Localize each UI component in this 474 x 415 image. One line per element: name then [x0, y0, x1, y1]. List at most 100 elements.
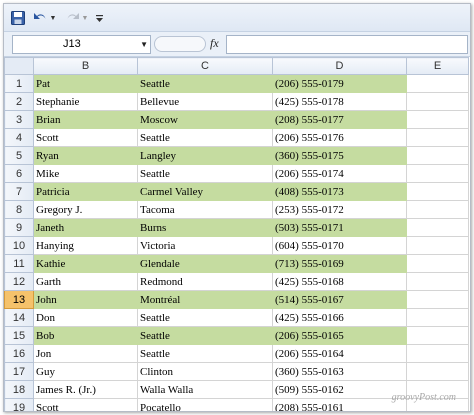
cell-b[interactable]: Hanying	[33, 236, 138, 255]
customize-toolbar-button[interactable]	[94, 10, 104, 26]
cell-d[interactable]: (425) 555-0168	[272, 272, 407, 291]
cell-b[interactable]: Mike	[33, 164, 138, 183]
row-header[interactable]: 16	[4, 344, 34, 363]
cell-c[interactable]: Seattle	[137, 344, 273, 363]
cell-d[interactable]: (408) 555-0173	[272, 182, 407, 201]
cell-b[interactable]: John	[33, 290, 138, 309]
cell-e[interactable]	[406, 236, 469, 255]
cell-c[interactable]: Seattle	[137, 128, 273, 147]
cell-b[interactable]: Don	[33, 308, 138, 327]
formula-expand-handle[interactable]	[154, 36, 206, 52]
cell-d[interactable]: (206) 555-0164	[272, 344, 407, 363]
cell-d[interactable]: (360) 555-0163	[272, 362, 407, 381]
row-header[interactable]: 14	[4, 308, 34, 327]
cell-e[interactable]	[406, 344, 469, 363]
cell-c[interactable]: Walla Walla	[137, 380, 273, 399]
cell-c[interactable]: Clinton	[137, 362, 273, 381]
cell-b[interactable]: Scott	[33, 128, 138, 147]
cell-d[interactable]: (208) 555-0177	[272, 110, 407, 129]
row-header[interactable]: 3	[4, 110, 34, 129]
undo-dropdown-arrow[interactable]: ▼	[49, 10, 57, 26]
cell-d[interactable]: (253) 555-0172	[272, 200, 407, 219]
name-box[interactable]: J13 ▼	[12, 35, 151, 54]
cell-e[interactable]	[406, 200, 469, 219]
cell-e[interactable]	[406, 272, 469, 291]
row-header[interactable]: 13	[4, 290, 34, 309]
cell-b[interactable]: Brian	[33, 110, 138, 129]
cell-e[interactable]	[406, 362, 469, 381]
cell-c[interactable]: Pocatello	[137, 398, 273, 411]
cell-c[interactable]: Moscow	[137, 110, 273, 129]
cell-d[interactable]: (503) 555-0171	[272, 218, 407, 237]
insert-function-button[interactable]: fx	[210, 36, 219, 51]
cell-e[interactable]	[406, 164, 469, 183]
row-header[interactable]: 2	[4, 92, 34, 111]
cell-d[interactable]: (425) 555-0166	[272, 308, 407, 327]
row-header[interactable]: 10	[4, 236, 34, 255]
cell-b[interactable]: Pat	[33, 74, 138, 93]
cell-c[interactable]: Bellevue	[137, 92, 273, 111]
cell-d[interactable]: (206) 555-0165	[272, 326, 407, 345]
row-header[interactable]: 17	[4, 362, 34, 381]
row-header[interactable]: 11	[4, 254, 34, 273]
cell-c[interactable]: Seattle	[137, 326, 273, 345]
cell-d[interactable]: (206) 555-0179	[272, 74, 407, 93]
cell-c[interactable]: Seattle	[137, 308, 273, 327]
cell-e[interactable]	[406, 146, 469, 165]
cell-b[interactable]: Garth	[33, 272, 138, 291]
cell-c[interactable]: Redmond	[137, 272, 273, 291]
cell-b[interactable]: Patricia	[33, 182, 138, 201]
select-all-corner[interactable]	[4, 57, 34, 75]
cell-d[interactable]: (425) 555-0178	[272, 92, 407, 111]
redo-button[interactable]	[64, 10, 80, 26]
row-header[interactable]: 5	[4, 146, 34, 165]
cell-e[interactable]	[406, 290, 469, 309]
cell-c[interactable]: Montréal	[137, 290, 273, 309]
cell-b[interactable]: James R. (Jr.)	[33, 380, 138, 399]
row-header[interactable]: 15	[4, 326, 34, 345]
row-header[interactable]: 6	[4, 164, 34, 183]
row-header[interactable]: 18	[4, 380, 34, 399]
cell-c[interactable]: Glendale	[137, 254, 273, 273]
cell-c[interactable]: Seattle	[137, 164, 273, 183]
column-header-d[interactable]: D	[272, 57, 407, 75]
cell-c[interactable]: Tacoma	[137, 200, 273, 219]
cell-d[interactable]: (514) 555-0167	[272, 290, 407, 309]
cell-c[interactable]: Seattle	[137, 74, 273, 93]
cell-d[interactable]: (713) 555-0169	[272, 254, 407, 273]
cell-c[interactable]: Victoria	[137, 236, 273, 255]
cell-b[interactable]: Jon	[33, 344, 138, 363]
name-box-dropdown-icon[interactable]: ▼	[140, 36, 148, 53]
undo-button[interactable]	[32, 10, 48, 26]
row-header[interactable]: 1	[4, 74, 34, 93]
row-header[interactable]: 12	[4, 272, 34, 291]
row-header[interactable]: 8	[4, 200, 34, 219]
cell-e[interactable]	[406, 326, 469, 345]
cell-c[interactable]: Burns	[137, 218, 273, 237]
cell-e[interactable]	[406, 128, 469, 147]
formula-input[interactable]	[226, 35, 468, 54]
cell-b[interactable]: Kathie	[33, 254, 138, 273]
row-header[interactable]: 19	[4, 398, 34, 411]
cell-e[interactable]	[406, 182, 469, 201]
cell-e[interactable]	[406, 308, 469, 327]
row-header[interactable]: 4	[4, 128, 34, 147]
cell-e[interactable]	[406, 218, 469, 237]
save-button[interactable]	[10, 10, 26, 26]
cell-b[interactable]: Scott	[33, 398, 138, 411]
cell-d[interactable]: (206) 555-0174	[272, 164, 407, 183]
cell-e[interactable]	[406, 110, 469, 129]
cell-c[interactable]: Langley	[137, 146, 273, 165]
cell-d[interactable]: (360) 555-0175	[272, 146, 407, 165]
cell-b[interactable]: Bob	[33, 326, 138, 345]
row-header[interactable]: 7	[4, 182, 34, 201]
cell-b[interactable]: Janeth	[33, 218, 138, 237]
cell-e[interactable]	[406, 254, 469, 273]
row-header[interactable]: 9	[4, 218, 34, 237]
cell-b[interactable]: Gregory J.	[33, 200, 138, 219]
cell-d[interactable]: (206) 555-0176	[272, 128, 407, 147]
cell-d[interactable]: (509) 555-0162	[272, 380, 407, 399]
cell-d[interactable]: (604) 555-0170	[272, 236, 407, 255]
column-header-c[interactable]: C	[137, 57, 273, 75]
cell-e[interactable]	[406, 74, 469, 93]
